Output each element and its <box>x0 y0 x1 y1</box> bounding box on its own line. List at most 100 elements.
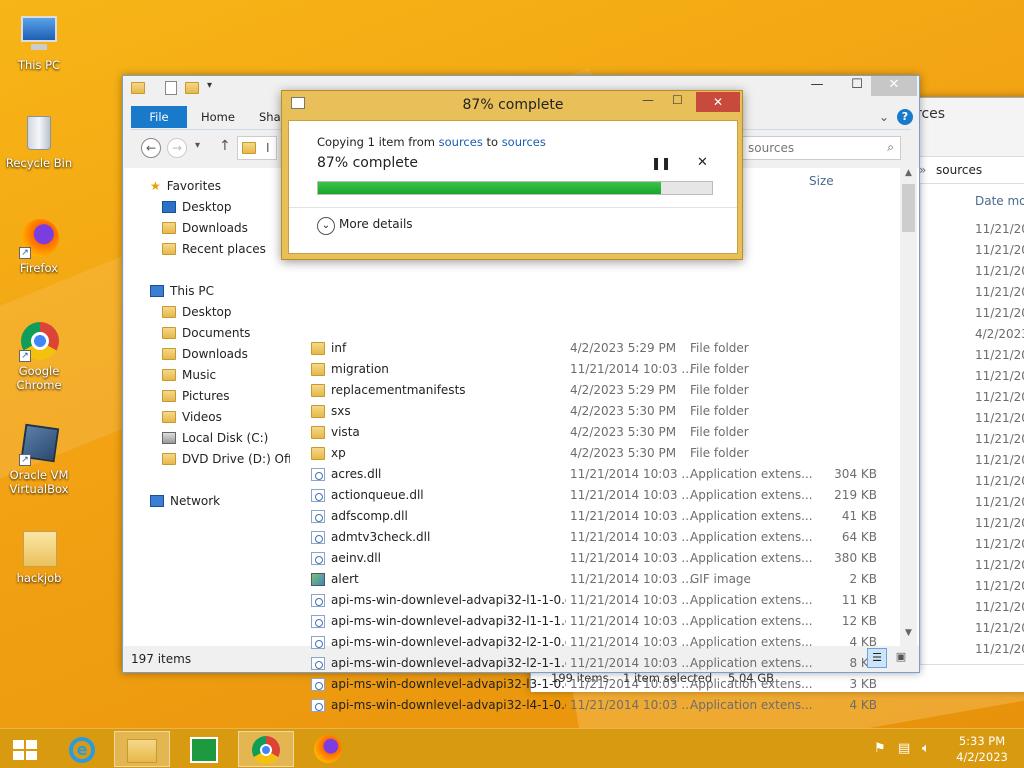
copy-progress-dialog[interactable]: 87% complete — ☐ ✕ Copying 1 item from s… <box>281 90 743 260</box>
desktop-icon-this-pc[interactable]: This PC <box>2 12 76 72</box>
file-row[interactable]: sxs 4/2/2023 5:30 PM File folder <box>309 401 879 422</box>
nav-pc-videos[interactable]: Videos <box>162 407 222 427</box>
network-icon[interactable]: ▤ <box>898 741 910 756</box>
date-cell: 11/21/201 <box>975 264 1024 278</box>
new-folder-icon[interactable] <box>185 82 199 94</box>
column-header-date[interactable]: Date moc <box>975 194 1024 208</box>
file-row[interactable]: actionqueue.dll 11/21/2014 10:03 ... Appli… <box>309 485 879 506</box>
file-row[interactable]: admtv3check.dll 11/21/2014 10:03 ... Appli… <box>309 527 879 548</box>
pause-icon[interactable]: ❚❚ <box>651 156 671 170</box>
file-row[interactable]: acres.dll 11/21/2014 10:03 ... Application… <box>309 464 879 485</box>
chevron-down-icon[interactable]: ▾ <box>207 80 212 91</box>
file-row[interactable]: api-ms-win-downlevel-advapi32-l1-1-1.dll… <box>309 611 879 632</box>
nav-local-disk[interactable]: Local Disk (C:) <box>162 428 268 448</box>
dialog-body: Copying 1 item from sources to sources 8… <box>288 120 738 254</box>
search-input[interactable]: sources ⌕ <box>741 136 901 160</box>
start-button[interactable] <box>0 731 50 767</box>
file-row[interactable]: adfscomp.dll 11/21/2014 10:03 ... Applicat… <box>309 506 879 527</box>
column-header-size[interactable]: Size <box>809 174 834 188</box>
desktop-icon-firefox[interactable]: ↗ Firefox <box>2 215 76 275</box>
nav-pc-documents[interactable]: Documents <box>162 323 250 343</box>
taskbar-firefox[interactable] <box>300 731 356 767</box>
breadcrumb-sources[interactable]: sources <box>936 163 982 177</box>
chevron-down-icon: ⌄ <box>317 217 335 235</box>
volume-icon[interactable]: 🔈︎ <box>922 741 930 756</box>
desktop-icon-hackjob[interactable]: hackjob <box>2 525 76 585</box>
taskbar-file-explorer[interactable] <box>114 731 170 767</box>
nav-pc-desktop[interactable]: Desktop <box>162 302 232 322</box>
cancel-icon[interactable]: ✕ <box>697 155 708 170</box>
minimize-button[interactable]: — <box>803 76 831 96</box>
up-icon[interactable]: ↑ <box>219 138 231 154</box>
details-view-icon[interactable]: ☰ <box>867 648 887 668</box>
back-icon[interactable]: ← <box>141 138 161 158</box>
nav-this-pc[interactable]: This PC <box>150 281 214 301</box>
file-size: 12 KB <box>841 614 877 628</box>
scroll-up-icon[interactable]: ▲ <box>900 168 917 182</box>
file-date: 4/2/2023 5:30 PM <box>570 446 677 460</box>
date-cell: 11/21/201 <box>975 411 1024 425</box>
close-button[interactable]: ✕ <box>871 76 917 96</box>
start-icon <box>13 740 37 760</box>
tab-home[interactable]: Home <box>201 106 235 128</box>
clock[interactable]: 5:33 PM 4/2/2023 <box>944 733 1020 765</box>
source-link[interactable]: sources <box>439 135 483 149</box>
more-details-button[interactable]: ⌄ More details <box>317 217 413 235</box>
file-row[interactable]: xp 4/2/2023 5:30 PM File folder <box>309 443 879 464</box>
file-row[interactable]: inf 4/2/2023 5:29 PM File folder <box>309 338 879 359</box>
progress-bar-fill <box>318 182 661 194</box>
music-icon <box>162 369 176 381</box>
desktop: This PC Recycle Bin ↗ Firefox ↗ Google C… <box>0 0 1024 728</box>
nav-fav-desktop[interactable]: Desktop <box>162 197 232 217</box>
taskbar-store[interactable] <box>176 731 232 767</box>
date-cell: 11/21/201 <box>975 369 1024 383</box>
maximize-button[interactable]: ☐ <box>672 93 690 107</box>
scroll-down-icon[interactable]: ▼ <box>900 628 917 642</box>
file-row[interactable]: aeinv.dll 11/21/2014 10:03 ... Application… <box>309 548 879 569</box>
chevron-down-icon[interactable]: ⌄ <box>879 110 889 124</box>
file-name: vista <box>331 425 360 439</box>
file-row[interactable]: api-ms-win-downlevel-advapi32-l1-1-0.dll… <box>309 590 879 611</box>
breadcrumb[interactable]: I <box>266 141 270 155</box>
file-row[interactable]: api-ms-win-downlevel-advapi32-l3-1-0.dll… <box>309 674 879 695</box>
search-icon[interactable]: ⌕ <box>887 140 894 155</box>
taskbar-chrome[interactable] <box>238 731 294 767</box>
forward-icon[interactable]: → <box>167 138 187 158</box>
file-row[interactable]: api-ms-win-downlevel-advapi32-l4-1-0.dll… <box>309 695 879 716</box>
nav-pc-music[interactable]: Music <box>162 365 216 385</box>
maximize-button[interactable]: ☐ <box>843 76 871 96</box>
nav-fav-downloads[interactable]: Downloads <box>162 218 248 238</box>
nav-favorites[interactable]: ★ Favorites <box>150 176 221 196</box>
file-size: 64 KB <box>841 530 877 544</box>
nav-pc-downloads[interactable]: Downloads <box>162 344 248 364</box>
vertical-scrollbar[interactable]: ▲ ▼ <box>900 168 917 646</box>
nav-network[interactable]: Network <box>150 491 220 511</box>
ie-icon: e <box>69 737 95 763</box>
tab-file[interactable]: File <box>131 106 187 128</box>
properties-icon[interactable] <box>165 81 177 95</box>
file-size: 4 KB <box>849 698 877 712</box>
file-row[interactable]: migration 11/21/2014 10:03 ... File folder <box>309 359 879 380</box>
desktop-icon-recycle-bin[interactable]: Recycle Bin <box>2 110 76 170</box>
address-bar[interactable]: I <box>237 136 277 160</box>
file-row[interactable]: replacementmanifests 4/2/2023 5:29 PM File… <box>309 380 879 401</box>
file-row[interactable]: vista 4/2/2023 5:30 PM File folder <box>309 422 879 443</box>
minimize-button[interactable]: — <box>642 93 660 107</box>
desktop-icon-virtualbox[interactable]: ↗ Oracle VM VirtualBox <box>2 422 76 496</box>
recent-locations-icon[interactable]: ▾ <box>195 140 200 151</box>
folder-icon <box>311 363 325 376</box>
file-date: 11/21/2014 10:03 ... <box>570 509 693 523</box>
flag-icon[interactable]: ⚑ <box>874 741 886 756</box>
scrollbar-thumb[interactable] <box>902 184 915 232</box>
close-button[interactable]: ✕ <box>696 92 740 112</box>
nav-pc-pictures[interactable]: Pictures <box>162 386 230 406</box>
taskbar-ie[interactable]: e <box>54 731 110 767</box>
large-icons-view-icon[interactable]: ▣ <box>891 648 911 668</box>
desktop-icon-chrome[interactable]: ↗ Google Chrome <box>2 318 76 392</box>
file-name: api-ms-win-downlevel-advapi32-l4-1-0.dll <box>331 698 566 712</box>
help-icon[interactable]: ? <box>897 109 913 125</box>
destination-link[interactable]: sources <box>502 135 546 149</box>
file-row[interactable]: alert 11/21/2014 10:03 ... GIF image 2 KB <box>309 569 879 590</box>
nav-dvd-drive[interactable]: DVD Drive (D:) Office <box>162 449 290 469</box>
nav-fav-recent[interactable]: Recent places <box>162 239 266 259</box>
